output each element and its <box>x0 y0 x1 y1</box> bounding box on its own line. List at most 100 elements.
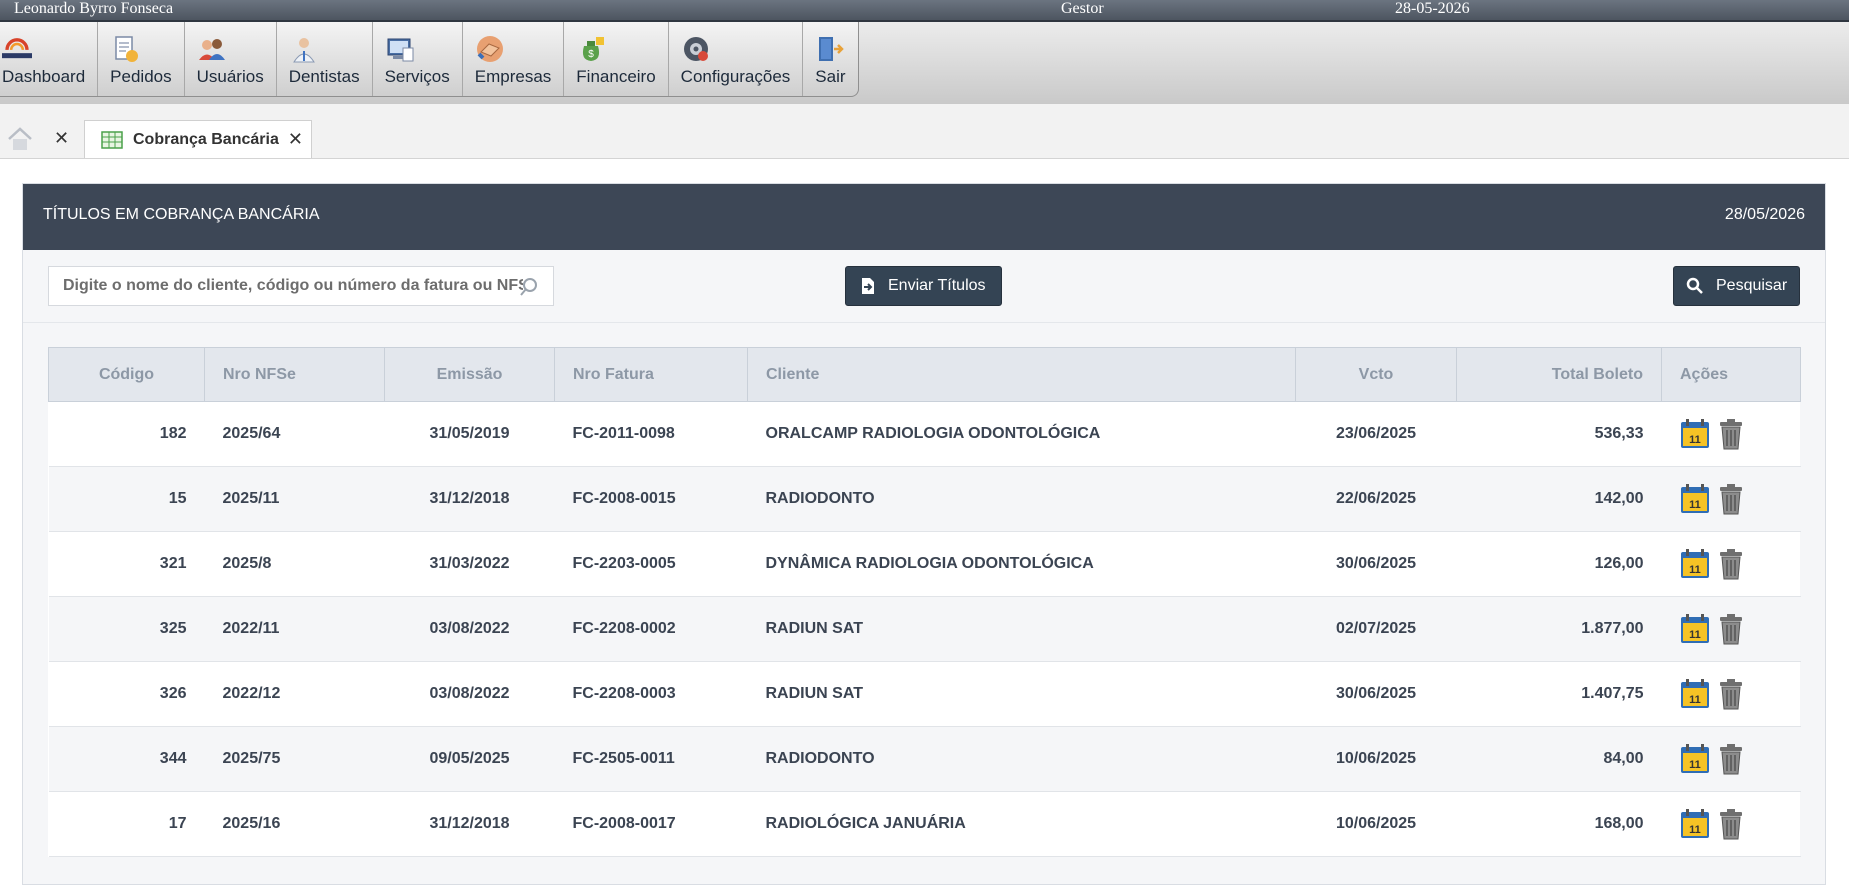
calendar-icon[interactable]: 11 <box>1680 743 1710 775</box>
trash-icon[interactable] <box>1716 418 1746 450</box>
titles-table-wrap: Código Nro NFSe Emissão Nro Fatura Clien… <box>48 347 1801 857</box>
trash-icon[interactable] <box>1716 613 1746 645</box>
cell-codigo: 344 <box>48 726 205 792</box>
trash-icon[interactable] <box>1716 678 1746 710</box>
cell-acoes: 11 <box>1661 401 1801 467</box>
trash-icon[interactable] <box>1716 743 1746 775</box>
cell-emissao: 09/05/2025 <box>384 726 555 792</box>
tab-cobranca-bancaria[interactable]: Cobrança Bancária ✕ <box>84 120 312 158</box>
cell-total: 84,00 <box>1456 726 1662 792</box>
calendar-icon[interactable]: 11 <box>1680 418 1710 450</box>
search-box <box>48 266 554 306</box>
svg-text:11: 11 <box>1689 564 1701 576</box>
trash-icon[interactable] <box>1716 548 1746 580</box>
current-user: Leonardo Byrro Fonseca <box>14 0 174 17</box>
table-row[interactable]: 17 2025/16 31/12/2018 FC-2008-0017 RADIOLÓGI… <box>48 791 1801 857</box>
table-row[interactable]: 321 2025/8 31/03/2022 FC-2203-0005 DYNÂMICA … <box>48 531 1801 597</box>
cell-cliente: RADIODONTO <box>747 466 1296 532</box>
top-info-bar: Leonardo Byrro Fonseca Gestor 28-05-2026 <box>0 0 1849 22</box>
cell-codigo: 321 <box>48 531 205 597</box>
col-header-codigo[interactable]: Código <box>48 347 205 402</box>
panel-header: TÍTULOS EM COBRANÇA BANCÁRIA 28/05/2026 <box>23 184 1825 250</box>
main-menu-strip: Dashboard Pedidos Usuários Dentistas Ser… <box>0 22 1849 104</box>
cell-total: 536,33 <box>1456 401 1662 467</box>
handshake-icon <box>476 36 503 62</box>
menu-item-configuracoes[interactable]: Configurações <box>669 22 804 96</box>
home-icon[interactable] <box>6 126 34 152</box>
menu-item-dashboard[interactable]: Dashboard <box>0 22 99 96</box>
close-icon[interactable]: ✕ <box>288 129 303 149</box>
menu-label: Dashboard <box>2 67 86 86</box>
diagnosis-logo-icon <box>2 38 32 59</box>
trash-icon[interactable] <box>1716 808 1746 840</box>
svg-text:11: 11 <box>1689 824 1701 836</box>
close-icon[interactable]: ✕ <box>54 128 69 148</box>
cell-fatura: FC-2011-0098 <box>554 401 748 467</box>
calendar-icon[interactable]: 11 <box>1680 678 1710 710</box>
menu-item-dentistas[interactable]: Dentistas <box>277 22 373 96</box>
menu-item-empresas[interactable]: Empresas <box>463 22 565 96</box>
table-row[interactable]: 15 2025/11 31/12/2018 FC-2008-0015 RADIODONT… <box>48 466 1801 532</box>
svg-text:11: 11 <box>1689 694 1701 706</box>
col-header-vcto[interactable]: Vcto <box>1295 347 1457 402</box>
col-header-fatura[interactable]: Nro Fatura <box>554 347 748 402</box>
cell-total: 168,00 <box>1456 791 1662 857</box>
cell-emissao: 31/05/2019 <box>384 401 555 467</box>
cobranca-panel: TÍTULOS EM COBRANÇA BANCÁRIA 28/05/2026 … <box>22 183 1826 885</box>
panel-title: TÍTULOS EM COBRANÇA BANCÁRIA <box>43 206 320 223</box>
send-titles-button[interactable]: Enviar Títulos <box>845 266 1002 306</box>
cell-acoes: 11 <box>1661 466 1801 532</box>
search-icon <box>1686 277 1703 294</box>
menu-label: Serviços <box>384 67 450 86</box>
current-date: 28-05-2026 <box>1395 0 1470 17</box>
cell-nfse: 2022/11 <box>204 596 385 662</box>
table-row[interactable]: 182 2025/64 31/05/2019 FC-2011-0098 ORALCAMP… <box>48 401 1801 467</box>
cell-nfse: 2025/64 <box>204 401 385 467</box>
svg-text:11: 11 <box>1689 759 1701 771</box>
table-row[interactable]: 325 2022/11 03/08/2022 FC-2208-0002 RADIUN S… <box>48 596 1801 662</box>
cell-fatura: FC-2008-0015 <box>554 466 748 532</box>
menu-item-financeiro[interactable]: $ Financeiro <box>564 22 669 96</box>
search-button[interactable]: Pesquisar <box>1673 266 1800 306</box>
cell-cliente: RADIUN SAT <box>747 661 1296 727</box>
calendar-icon[interactable]: 11 <box>1680 548 1710 580</box>
cell-vcto: 22/06/2025 <box>1295 466 1457 532</box>
cell-cliente: ORALCAMP RADIOLOGIA ODONTOLÓGICA <box>747 401 1296 467</box>
menu-item-usuarios[interactable]: Usuários <box>185 22 277 96</box>
menu-label: Financeiro <box>576 67 656 86</box>
trash-icon[interactable] <box>1716 483 1746 515</box>
row-actions: 11 <box>1662 548 1801 580</box>
col-header-acoes: Ações <box>1661 347 1801 402</box>
row-actions: 11 <box>1662 418 1801 450</box>
tab-label: Cobrança Bancária <box>133 130 279 148</box>
cell-acoes: 11 <box>1661 596 1801 662</box>
cell-vcto: 10/06/2025 <box>1295 791 1457 857</box>
cell-vcto: 30/06/2025 <box>1295 661 1457 727</box>
cell-cliente: RADIUN SAT <box>747 596 1296 662</box>
col-header-cliente[interactable]: Cliente <box>747 347 1296 402</box>
send-titles-label: Enviar Títulos <box>888 277 986 294</box>
menu-item-sair[interactable]: Sair <box>803 22 857 96</box>
cell-acoes: 11 <box>1661 726 1801 792</box>
search-icon[interactable] <box>519 277 539 297</box>
calendar-icon[interactable]: 11 <box>1680 808 1710 840</box>
cell-nfse: 2022/12 <box>204 661 385 727</box>
row-actions: 11 <box>1662 613 1801 645</box>
col-header-total[interactable]: Total Boleto <box>1456 347 1662 402</box>
col-header-nfse[interactable]: Nro NFSe <box>204 347 385 402</box>
menu-item-servicos[interactable]: Serviços <box>373 22 463 96</box>
calendar-icon[interactable]: 11 <box>1680 483 1710 515</box>
calendar-icon[interactable]: 11 <box>1680 613 1710 645</box>
table-row[interactable]: 344 2025/75 09/05/2025 FC-2505-0011 RADIODON… <box>48 726 1801 792</box>
col-header-emissao[interactable]: Emissão <box>384 347 555 402</box>
cell-emissao: 03/08/2022 <box>384 596 555 662</box>
cell-emissao: 03/08/2022 <box>384 661 555 727</box>
svg-text:11: 11 <box>1689 629 1701 641</box>
cell-nfse: 2025/11 <box>204 466 385 532</box>
table-row[interactable]: 326 2022/12 03/08/2022 FC-2208-0003 RADIUN S… <box>48 661 1801 727</box>
row-actions: 11 <box>1662 483 1801 515</box>
menu-item-pedidos[interactable]: Pedidos <box>98 22 185 96</box>
dentist-icon <box>292 38 315 63</box>
search-input[interactable] <box>49 267 523 305</box>
row-actions: 11 <box>1662 678 1801 710</box>
